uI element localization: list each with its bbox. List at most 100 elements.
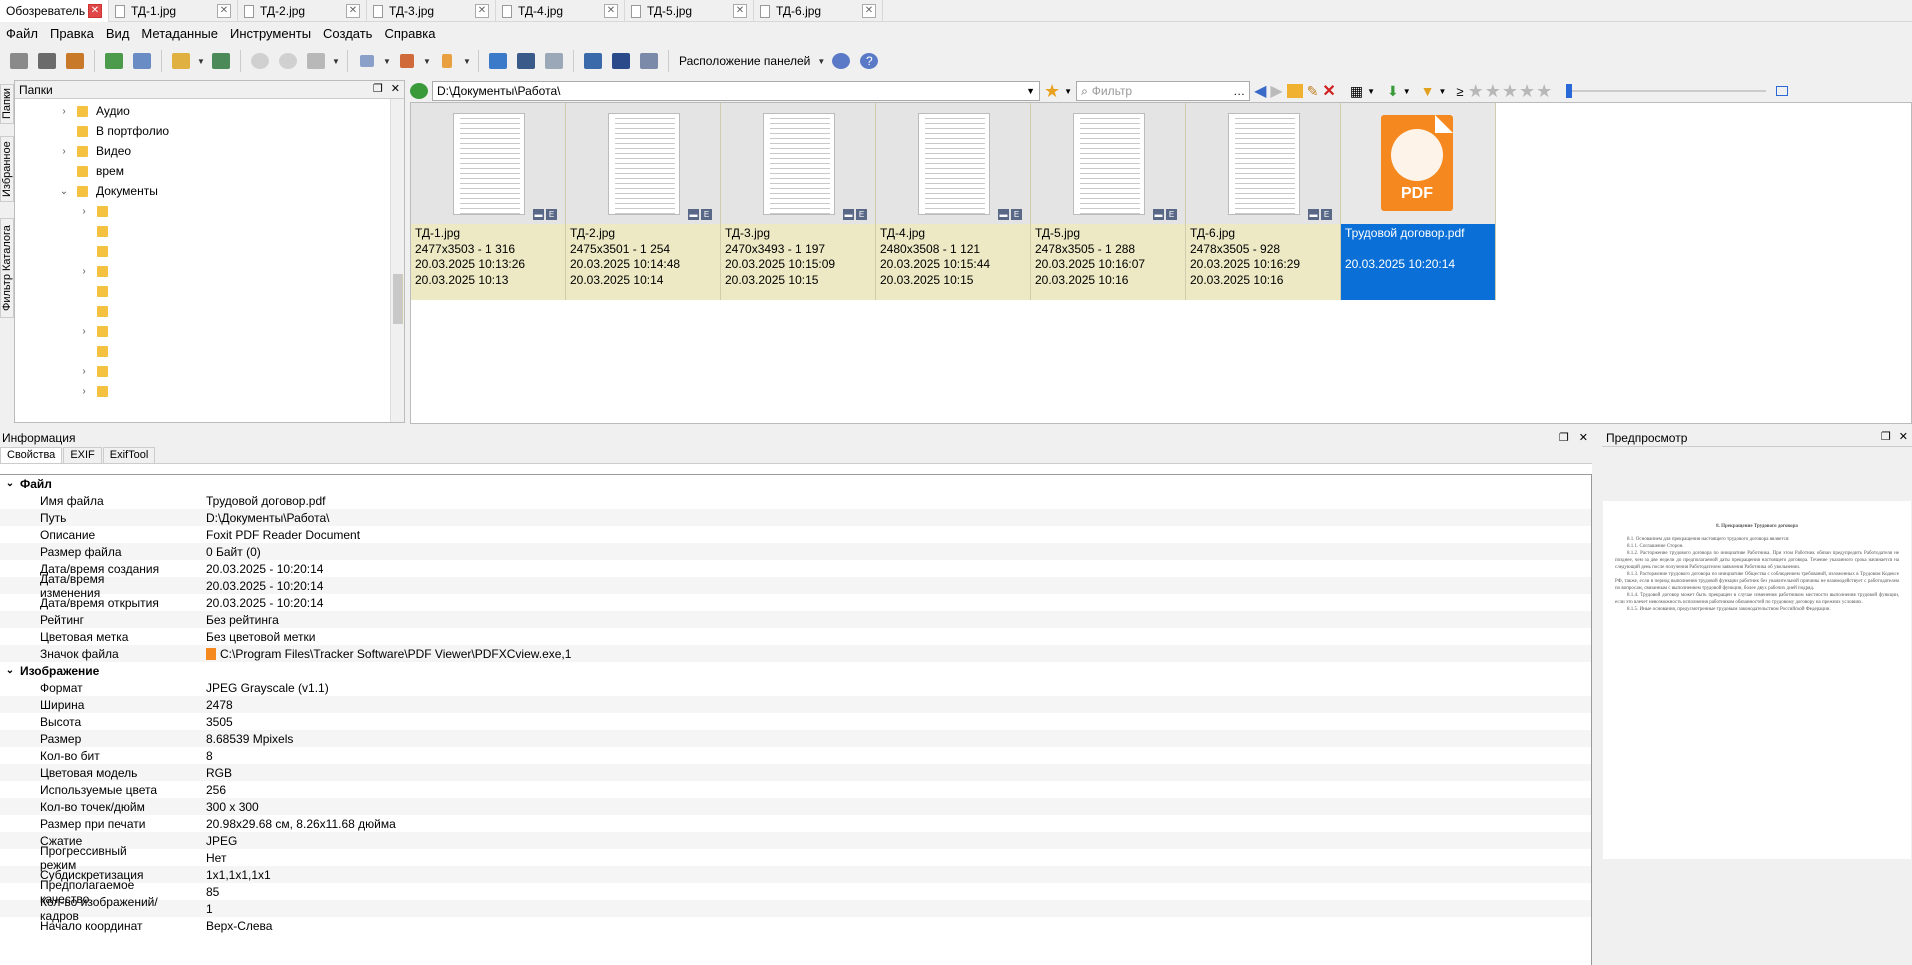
close-icon[interactable]: ✕ [862, 4, 876, 18]
find-icon[interactable] [513, 49, 539, 73]
print-icon[interactable] [580, 49, 606, 73]
chevron-right-icon[interactable]: › [77, 366, 91, 377]
tree-item-subfolder[interactable] [15, 341, 404, 361]
compare-icon[interactable] [541, 49, 567, 73]
chevron-right-icon[interactable]: › [77, 386, 91, 397]
move-to-icon[interactable] [129, 49, 155, 73]
vtab-favorites[interactable]: Избранное [0, 136, 14, 202]
open-folder-icon[interactable] [168, 49, 194, 73]
tree-item-subfolder[interactable] [15, 281, 404, 301]
tree-item-subfolder[interactable] [15, 221, 404, 241]
sort-icon[interactable] [354, 49, 380, 73]
chevron-right-icon[interactable]: › [77, 326, 91, 337]
restore-icon[interactable]: ❐ [1881, 430, 1891, 443]
chevron-down-icon[interactable]: ⌄ [0, 478, 20, 489]
tab-browser[interactable]: Обозреватель ✕ [0, 0, 109, 22]
tree-item-subfolder[interactable]: › [15, 201, 404, 221]
chevron-down-icon[interactable]: ⌄ [57, 186, 71, 197]
folders-scrollbar[interactable] [390, 99, 404, 422]
menu-help[interactable]: Справка [378, 23, 441, 45]
thumbnail-item[interactable]: ▬ E ТД-1.jpg 2477x3503 - 1 316 20.03.2025 1… [411, 103, 566, 300]
tab-image[interactable]: ТД-3.jpg ✕ [367, 0, 496, 22]
scan-icon[interactable] [6, 49, 32, 73]
property-row[interactable]: Высота 3505 [0, 713, 1591, 730]
chevron-down-icon[interactable]: ▼ [196, 57, 206, 66]
close-icon[interactable]: ✕ [346, 4, 360, 18]
help-icon[interactable]: ? [856, 49, 882, 73]
chevron-right-icon[interactable]: › [77, 266, 91, 277]
tab-image[interactable]: ТД-5.jpg ✕ [625, 0, 754, 22]
property-row[interactable]: Прогрессивный режим Нет [0, 844, 1591, 872]
chevron-down-icon[interactable]: ▼ [816, 57, 826, 66]
thumbnail-item-selected[interactable]: PDF Трудовой договор.pdf 20.03.2025 10:20… [1341, 103, 1496, 300]
tab-exiftool[interactable]: ExifTool [102, 447, 156, 463]
star-icon[interactable]: ★ [1519, 81, 1535, 102]
group-file[interactable]: ⌄ Файл [0, 475, 1591, 492]
layout-dropdown[interactable]: Расположение панелей [675, 54, 814, 68]
edit-icon[interactable]: ✎ [1307, 83, 1319, 100]
close-icon[interactable]: ✕ [88, 4, 102, 18]
chevron-down-icon[interactable]: ▼ [1064, 87, 1072, 96]
property-row[interactable]: Дата/время создания 20.03.2025 - 10:20:14 [0, 560, 1591, 577]
panel-toggle-icon[interactable] [1776, 86, 1789, 96]
tree-item-subfolder[interactable]: › [15, 381, 404, 401]
close-icon[interactable]: ✕ [475, 4, 489, 18]
image-edit-icon[interactable] [208, 49, 234, 73]
arrow-left-icon[interactable]: ◀ [1254, 81, 1266, 101]
star-icon[interactable]: ★ [1485, 81, 1501, 102]
close-icon[interactable]: ✕ [733, 4, 747, 18]
close-icon[interactable]: ✕ [391, 82, 400, 95]
property-row[interactable]: Цветовая модель RGB [0, 764, 1591, 781]
property-row[interactable]: Значок файла C:\Program Files\Tracker Sof… [0, 645, 1591, 662]
property-row[interactable]: Кол-во изображений/кадров 1 [0, 895, 1591, 923]
copy-to-icon[interactable] [101, 49, 127, 73]
property-row[interactable]: Используемые цвета 256 [0, 781, 1591, 798]
chevron-down-icon[interactable]: ▼ [1403, 87, 1411, 96]
property-row[interactable]: Дата/время изменения 20.03.2025 - 10:20:1… [0, 572, 1591, 600]
tree-item-portfolio[interactable]: В портфолио [15, 121, 404, 141]
property-row[interactable]: Кол-во бит 8 [0, 747, 1591, 764]
property-row[interactable]: Цветовая метка Без цветовой метки [0, 628, 1591, 645]
chevron-down-icon[interactable]: ▼ [1367, 87, 1375, 96]
tree-item-subfolder[interactable]: › [15, 261, 404, 281]
tree-view-icon[interactable] [636, 49, 662, 73]
chevron-down-icon[interactable]: ▼ [1439, 87, 1447, 96]
vtab-catalog-filter[interactable]: Фильтр Каталога [0, 218, 14, 318]
chevron-down-icon[interactable]: ▼ [462, 57, 472, 66]
batch-icon[interactable] [303, 49, 329, 73]
property-row[interactable]: Описание Foxit PDF Reader Document [0, 526, 1591, 543]
chevron-down-icon[interactable]: ⌄ [0, 665, 20, 676]
grid-view-icon[interactable]: ▦ [1350, 83, 1363, 100]
thumbnail-item[interactable]: ▬ E ТД-5.jpg 2478x3505 - 1 288 20.03.2025 1… [1031, 103, 1186, 300]
download-icon[interactable]: ⬇ [1387, 83, 1399, 100]
star-icon[interactable]: ★ [1536, 81, 1552, 102]
gear-icon[interactable] [828, 49, 854, 73]
tab-image[interactable]: ТД-6.jpg ✕ [754, 0, 883, 22]
slideshow-icon[interactable] [62, 49, 88, 73]
property-row[interactable]: Путь D:\Документы\Работа\ [0, 509, 1591, 526]
favorites-star-icon[interactable]: ★ [1044, 81, 1060, 102]
menu-view[interactable]: Вид [100, 23, 136, 45]
view-mode-icon[interactable] [394, 49, 420, 73]
property-row[interactable]: Дата/время открытия 20.03.2025 - 10:20:14 [0, 594, 1591, 611]
tree-item-video[interactable]: › Видео [15, 141, 404, 161]
restore-icon[interactable]: ❐ [373, 82, 383, 95]
filter-field[interactable]: ⌕ Фильтр … [1076, 81, 1251, 101]
chevron-right-icon[interactable]: › [57, 106, 71, 117]
rotate-left-icon[interactable] [247, 49, 273, 73]
property-row[interactable]: Кол-во точек/дюйм 300 x 300 [0, 798, 1591, 815]
tree-item-subfolder[interactable] [15, 301, 404, 321]
tab-image[interactable]: ТД-4.jpg ✕ [496, 0, 625, 22]
chevron-down-icon[interactable]: ▼ [422, 57, 432, 66]
thumbnail-item[interactable]: ▬ E ТД-3.jpg 2470x3493 - 1 197 20.03.2025 1… [721, 103, 876, 300]
close-icon[interactable]: ✕ [604, 4, 618, 18]
property-row[interactable]: Ширина 2478 [0, 696, 1591, 713]
chevron-down-icon[interactable]: ▼ [331, 57, 341, 66]
star-icon[interactable]: ★ [1502, 81, 1518, 102]
property-row[interactable]: Формат JPEG Grayscale (v1.1) [0, 679, 1591, 696]
close-icon[interactable]: ✕ [1899, 430, 1908, 443]
tree-item-subfolder[interactable]: › [15, 361, 404, 381]
tree-item-audio[interactable]: › Аудио [15, 101, 404, 121]
restore-icon[interactable]: ❐ [1559, 431, 1569, 444]
tab-exif[interactable]: EXIF [63, 447, 102, 463]
